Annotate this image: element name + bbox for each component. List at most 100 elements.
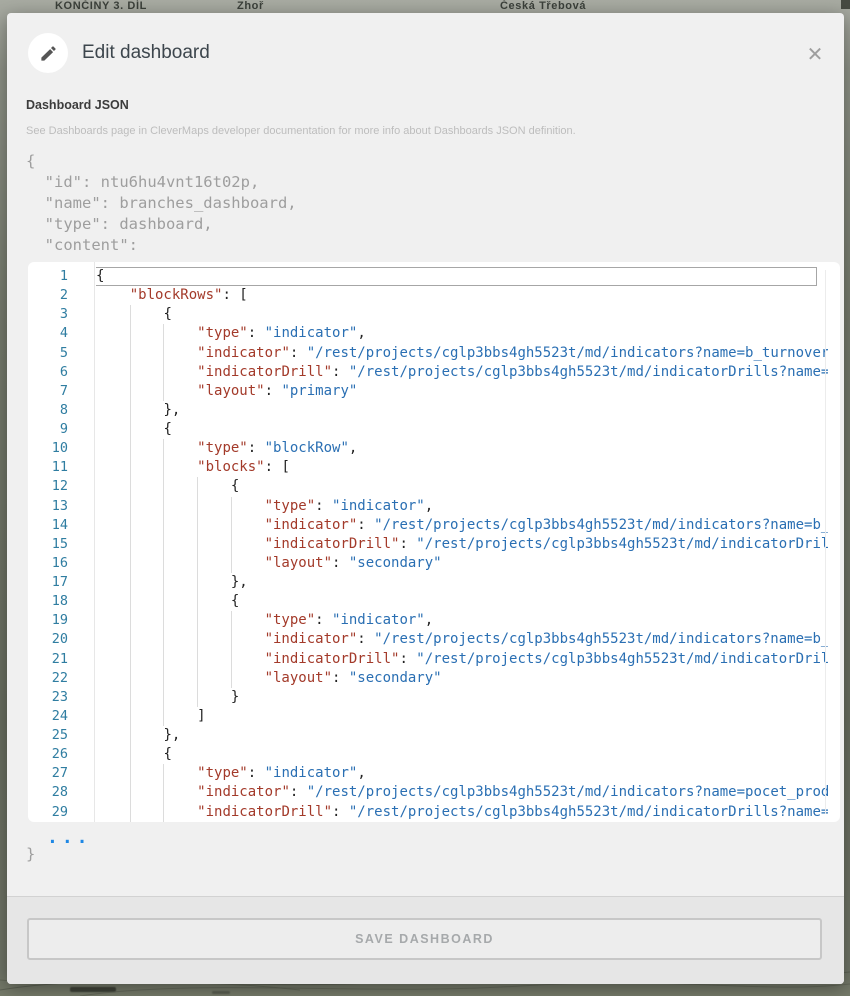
code-line[interactable]: { [96,267,828,286]
line-number: 7 [28,382,68,401]
json-punctuation: { [163,421,171,437]
code-line[interactable]: { [96,305,828,324]
json-value: "/rest/projects/cglp3bbs4gh5523t/md/indi… [349,804,828,820]
code-line[interactable]: "indicator": "/rest/projects/cglp3bbs4gh… [96,630,828,649]
indent-guide [231,630,232,649]
line-number: 12 [28,477,68,496]
indent-guide [130,592,131,611]
json-punctuation: : [290,345,307,361]
editor-scrollbar[interactable] [825,270,826,814]
json-key: "indicatorDrill" [265,536,400,552]
code-line[interactable]: "indicatorDrill": "/rest/projects/cglp3b… [96,650,828,669]
line-number: 20 [28,630,68,649]
map-corner-marker [841,0,850,9]
indent-guide [130,650,131,669]
code-line[interactable]: }, [96,726,828,745]
indent-guide [163,688,164,707]
indent-guide [130,803,131,822]
indent-guide [163,382,164,401]
json-key: "indicator" [197,345,290,361]
code-line[interactable]: { [96,477,828,496]
code-line[interactable]: { [96,745,828,764]
line-number-gutter: 1234567891011121314151617181920212223242… [28,267,68,822]
code-line[interactable]: "type": "indicator", [96,497,828,516]
json-value: "indicator" [265,765,358,781]
json-key: "blockRows" [130,287,223,303]
json-value: "primary" [281,383,357,399]
indent-guide [163,458,164,477]
json-key: "layout" [265,555,332,571]
line-number: 28 [28,783,68,802]
save-dashboard-button[interactable]: SAVE DASHBOARD [27,918,822,960]
indent-guide [163,650,164,669]
json-value: "indicator" [265,325,358,341]
indent-guide [130,477,131,496]
json-key: "indicatorDrill" [197,364,332,380]
line-number: 29 [28,803,68,822]
code-line[interactable]: }, [96,573,828,592]
code-line[interactable]: }, [96,401,828,420]
code-line[interactable]: "blockRows": [ [96,286,828,305]
code-line[interactable]: "indicator": "/rest/projects/cglp3bbs4gh… [96,344,828,363]
json-punctuation: { [231,593,239,609]
code-area[interactable]: { "blockRows": [ { "type": "indicator", … [96,267,828,822]
indent-guide [231,554,232,573]
close-icon[interactable]: ✕ [802,41,828,67]
line-number: 10 [28,439,68,458]
line-number: 2 [28,286,68,305]
indent-guide [231,516,232,535]
json-key: "layout" [265,670,332,686]
line-number: 26 [28,745,68,764]
indent-guide [130,745,131,764]
gutter-separator [94,262,95,822]
code-line[interactable]: "blocks": [ [96,458,828,477]
indent-guide [130,783,131,802]
code-line[interactable]: "type": "blockRow", [96,439,828,458]
code-line[interactable]: { [96,420,828,439]
json-punctuation: , [357,325,365,341]
indent-guide [231,650,232,669]
indent-guide [231,669,232,688]
indent-guide [163,477,164,496]
json-value: "/rest/projects/cglp3bbs4gh5523t/md/indi… [307,345,828,361]
code-line[interactable]: "type": "indicator", [96,324,828,343]
code-line[interactable]: "indicatorDrill": "/rest/projects/cglp3b… [96,363,828,382]
line-number: 18 [28,592,68,611]
indent-guide [197,688,198,707]
indent-guide [231,611,232,630]
indent-guide [130,573,131,592]
dashboard-json-label: Dashboard JSON [26,98,129,112]
indent-guide [231,497,232,516]
json-punctuation: }, [231,574,248,590]
code-line[interactable]: { [96,592,828,611]
code-line[interactable]: "indicatorDrill": "/rest/projects/cglp3b… [96,803,828,822]
json-key: "type" [265,612,316,628]
code-line[interactable]: "layout": "secondary" [96,669,828,688]
indent-guide [163,324,164,343]
code-line[interactable]: "indicator": "/rest/projects/cglp3bbs4gh… [96,783,828,802]
json-punctuation: { [231,478,239,494]
code-line[interactable]: } [96,688,828,707]
code-line[interactable]: "indicator": "/rest/projects/cglp3bbs4gh… [96,516,828,535]
code-line[interactable]: "indicatorDrill": "/rest/projects/cglp3b… [96,535,828,554]
code-line[interactable]: "type": "indicator", [96,611,828,630]
indent-guide [197,650,198,669]
code-line[interactable]: "layout": "secondary" [96,554,828,573]
indent-guide [130,611,131,630]
indent-guide [163,535,164,554]
line-number: 24 [28,707,68,726]
json-punctuation: : [265,383,282,399]
indent-guide [130,324,131,343]
line-number: 6 [28,363,68,382]
indent-guide [163,764,164,783]
code-editor[interactable]: 1234567891011121314151617181920212223242… [28,262,840,822]
indent-guide [163,497,164,516]
line-number: 25 [28,726,68,745]
indent-guide [163,630,164,649]
code-line[interactable]: ] [96,707,828,726]
code-line[interactable]: "type": "indicator", [96,764,828,783]
json-punctuation: : [248,765,265,781]
code-line[interactable]: "layout": "primary" [96,382,828,401]
indent-guide [130,439,131,458]
help-text: See Dashboards page in CleverMaps develo… [26,125,576,137]
